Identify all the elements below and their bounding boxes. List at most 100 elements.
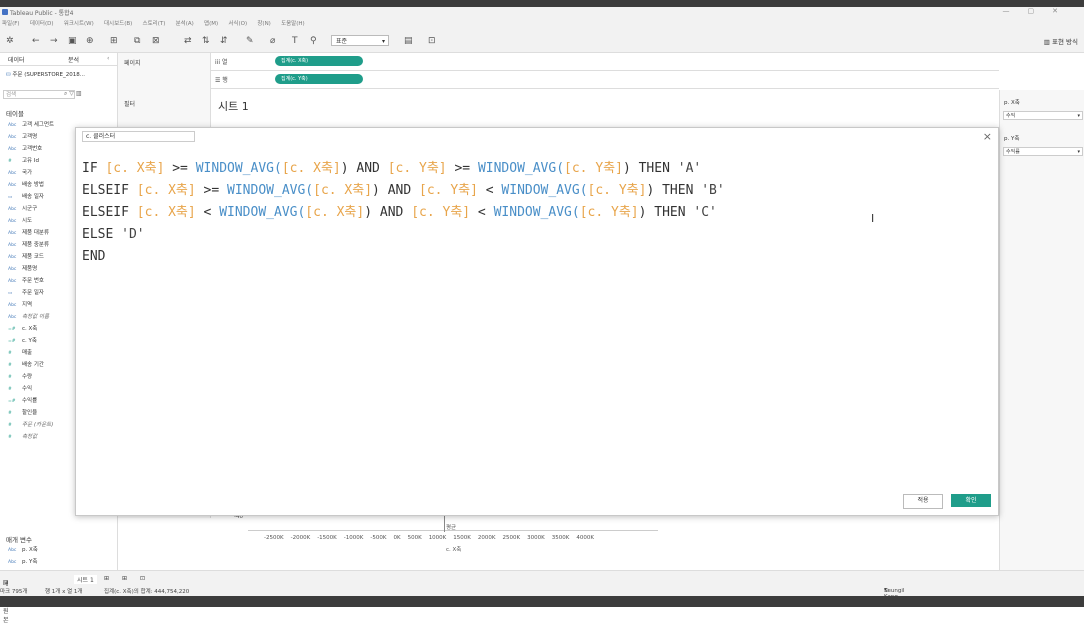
pane-tabs: 데이터 분석 ‹ (0, 53, 117, 66)
search-icon[interactable]: ⌕ (64, 90, 67, 97)
view-menu-icon[interactable]: ▥ (76, 90, 82, 97)
field-item[interactable]: # 수량 (8, 371, 32, 383)
field-item[interactable]: # 배송 기간 (8, 359, 44, 371)
share-icon[interactable]: ⊡ (428, 36, 436, 46)
menu-help[interactable]: 도움말(H) (281, 18, 305, 30)
label-icon[interactable]: T (292, 36, 298, 46)
menu-format[interactable]: 서식(O) (228, 18, 247, 30)
calc-name-input[interactable]: c. 클러스터 (82, 131, 195, 142)
menu-window[interactable]: 창(N) (257, 18, 270, 30)
columns-shelf-label: iii 열 (215, 57, 227, 66)
field-item[interactable]: ▭ 주문 일자 (8, 287, 44, 299)
field-item[interactable]: Abc 시도 (8, 215, 32, 227)
field-item[interactable]: # 매출 (8, 347, 32, 359)
field-item[interactable]: Abc 배송 방법 (8, 179, 44, 191)
field-item[interactable]: =# c. X축 (8, 323, 37, 335)
field-item[interactable]: Abc 고객명 (8, 131, 37, 143)
highlight-icon[interactable]: ✎ (246, 36, 254, 46)
user-menu[interactable]: ⚇ Seungil Kang ▾ (884, 587, 904, 600)
field-item[interactable]: Abc 제품 코드 (8, 251, 44, 263)
field-label: 배송 방법 (22, 182, 44, 188)
formula-editor[interactable]: IF [c. X축] >= WINDOW_AVG([c. X축]) AND [c… (82, 158, 725, 268)
field-item[interactable]: =# 수익률 (8, 395, 37, 407)
menu-file[interactable]: 파일(F) (2, 18, 20, 30)
sort-desc-icon[interactable]: ⇵ (220, 36, 228, 46)
parameter-item[interactable]: Abc p. X축 (8, 544, 38, 556)
save-icon[interactable]: ▣ (68, 36, 77, 46)
field-item[interactable]: Abc 시군구 (8, 203, 37, 215)
code-token-kw: THEN (654, 183, 702, 198)
tableau-logo-icon[interactable]: ✲ (6, 36, 14, 46)
maximize-icon[interactable]: ▢ (1028, 7, 1053, 15)
show-me-button[interactable]: ▥ 표현 방식 (1044, 36, 1078, 46)
field-item[interactable]: # 수익 (8, 383, 32, 395)
field-item[interactable]: Abc 제품 중분류 (8, 239, 49, 251)
menu-data[interactable]: 데이터(D) (30, 18, 54, 30)
field-item[interactable]: # 주문 (카운트) (8, 419, 53, 431)
pages-shelf-label[interactable]: 페이지 (124, 58, 141, 67)
code-token-fld: [c. X축] (305, 205, 365, 220)
new-dashboard-icon[interactable]: ⊞ (122, 575, 127, 582)
columns-pill[interactable]: 집계(c. X축) (275, 56, 363, 66)
menu-story[interactable]: 스토리(T) (143, 18, 166, 30)
text-cursor-icon: I (871, 212, 875, 225)
field-item[interactable]: Abc 국가 (8, 167, 32, 179)
param-x-select[interactable]: 수익 ▾ (1003, 111, 1083, 120)
show-me-label: 표현 방식 (1052, 38, 1078, 46)
field-item[interactable]: Abc 고객 세그먼트 (8, 119, 54, 131)
field-item[interactable]: Abc 고객번호 (8, 143, 42, 155)
swap-icon[interactable]: ⇄ (184, 36, 192, 46)
param-label: p. X축 (22, 547, 38, 553)
tab-analysis[interactable]: 분석 (68, 55, 79, 64)
field-item[interactable]: Abc 제품 대분류 (8, 227, 49, 239)
sheet-title[interactable]: 시트 1 (218, 98, 249, 114)
pin-icon[interactable]: ⚲ (310, 36, 317, 46)
ok-button[interactable]: 확인 (951, 494, 991, 507)
group-icon[interactable]: ⌀ (270, 36, 275, 46)
window-controls[interactable]: —▢✕ (1003, 7, 1077, 15)
sheet-tab[interactable]: 시트 1 (74, 575, 97, 584)
field-item[interactable]: # 할인율 (8, 407, 37, 419)
field-item[interactable]: # 고유 Id (8, 155, 39, 167)
filter-icon[interactable]: ▽ (69, 90, 74, 97)
field-label: 시군구 (22, 206, 38, 212)
param-y-select[interactable]: 수익률 ▾ (1003, 147, 1083, 156)
fit-select[interactable]: 표준 ▾ (331, 35, 389, 46)
field-item[interactable]: Abc 주문 번호 (8, 275, 44, 287)
new-datasource-icon[interactable]: ⊕ (86, 36, 94, 46)
close-icon[interactable]: × (983, 130, 992, 143)
search-filter-icons[interactable]: ⌕ ▽ ▥ (64, 90, 82, 98)
rows-pill[interactable]: 집계(c. Y축) (275, 74, 363, 84)
datasource-name[interactable]: ⛁ 주문 (SUPERSTORE_2018... (6, 70, 85, 78)
minimize-icon[interactable]: — (1003, 7, 1028, 15)
menu-dashboard[interactable]: 대시보드(B) (104, 18, 132, 30)
duplicate-sheet-icon[interactable]: ⧉ (134, 36, 140, 46)
field-item[interactable]: ▭ 배송 일자 (8, 191, 44, 203)
param-x-value: 수익 (1006, 113, 1016, 119)
new-worksheet-icon[interactable]: ⊞ (104, 575, 109, 582)
menu-map[interactable]: 맵(M) (204, 18, 218, 30)
field-item[interactable]: # 측정값 (8, 431, 37, 443)
filters-shelf-label[interactable]: 필터 (124, 99, 135, 108)
sort-asc-icon[interactable]: ⇅ (202, 36, 210, 46)
close-window-icon[interactable]: ✕ (1052, 7, 1076, 15)
rows-shelf[interactable]: ☰ 행 집계(c. Y축) (211, 71, 999, 89)
columns-shelf[interactable]: iii 열 집계(c. X축) (211, 53, 999, 71)
parameter-item[interactable]: Abc p. Y축 (8, 556, 37, 568)
tab-data[interactable]: 데이터 (8, 55, 25, 64)
menu-worksheet[interactable]: 워크시트(W) (64, 18, 94, 30)
clear-sheet-icon[interactable]: ⊠ (152, 36, 160, 46)
field-item[interactable]: Abc 제품명 (8, 263, 37, 275)
menu-analysis[interactable]: 분석(A) (176, 18, 194, 30)
new-story-icon[interactable]: ⊡ (140, 575, 145, 582)
field-item[interactable]: =# c. Y축 (8, 335, 37, 347)
collapse-icon[interactable]: ‹ (107, 55, 109, 62)
new-sheet-icon[interactable]: ⊞ (110, 36, 118, 46)
field-item[interactable]: Abc 지역 (8, 299, 32, 311)
presentation-icon[interactable]: ▤ (404, 36, 413, 46)
apply-button[interactable]: 적용 (903, 494, 943, 509)
field-item[interactable]: Abc 측정값 이름 (8, 311, 49, 323)
redo-icon[interactable]: → (50, 36, 58, 46)
datasource-label: 주문 (SUPERSTORE_2018... (12, 72, 85, 78)
undo-icon[interactable]: ← (32, 36, 40, 46)
